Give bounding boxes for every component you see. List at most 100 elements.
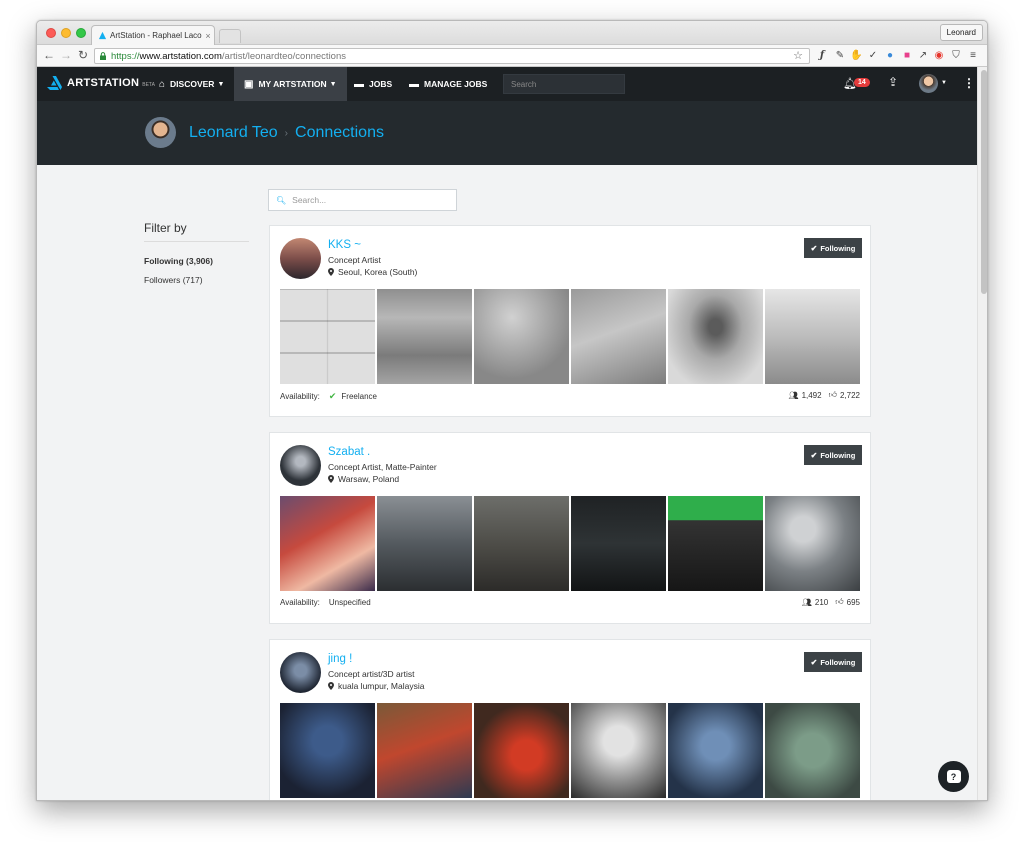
browser-tab[interactable]: ArtStation - Raphael Lacoste ×: [91, 25, 215, 45]
hand-extension-icon[interactable]: ✋: [850, 49, 862, 62]
new-tab-button[interactable]: [219, 29, 241, 43]
url-host: www.artstation.com: [139, 50, 222, 62]
artist-avatar[interactable]: [280, 238, 321, 279]
address-bar[interactable]: https:// www.artstation.com /artist/leon…: [94, 48, 810, 64]
user-avatar[interactable]: [919, 74, 938, 93]
artist-name[interactable]: KKS ~: [328, 239, 361, 251]
artwork-thumbnails: [280, 496, 860, 591]
connection-card: Szabat . Concept Artist, Matte-Painter W…: [269, 432, 871, 624]
artist-location: kuala lumpur, Malaysia: [328, 681, 424, 691]
artist-stats: 👥︎ 1,492 👍︎ 2,722: [788, 390, 860, 400]
nav-my-artstation[interactable]: ▣ MY ARTSTATION ▼: [234, 67, 347, 101]
reload-icon[interactable]: ↻: [76, 48, 90, 62]
artist-name[interactable]: Szabat .: [328, 446, 370, 458]
page-scrollbar[interactable]: [977, 67, 987, 800]
connections-search-input[interactable]: 🔍︎ Search...: [268, 189, 457, 211]
availability-value: Freelance: [341, 392, 377, 401]
artwork-thumbnail[interactable]: [668, 289, 763, 384]
filter-following[interactable]: Following (3,906): [144, 256, 249, 266]
caret-down-icon[interactable]: ▼: [941, 80, 947, 86]
nav-manage-jobs-label: MANAGE JOBS: [424, 79, 488, 89]
menu-hamburger-icon[interactable]: ≡: [967, 49, 979, 62]
breadcrumb-user-link[interactable]: Leonard Teo: [189, 124, 278, 142]
browser-window: ArtStation - Raphael Lacoste × Leonard ←…: [36, 20, 988, 801]
artwork-thumbnail[interactable]: [571, 703, 666, 798]
following-button[interactable]: ✔ Following: [804, 238, 862, 258]
location-text: Warsaw, Poland: [338, 474, 400, 484]
home-icon: ⌂: [159, 78, 166, 90]
profile-button[interactable]: Leonard: [939, 24, 983, 41]
checkmark-extension-icon[interactable]: ✓: [867, 49, 879, 62]
artist-location: Seoul, Korea (South): [328, 267, 417, 277]
nav-search-input[interactable]: Search: [503, 74, 625, 94]
profile-header: Leonard Teo › Connections: [37, 101, 977, 165]
artwork-thumbnail[interactable]: [668, 703, 763, 798]
scrollbar-thumb[interactable]: [981, 70, 987, 294]
artwork-thumbnail[interactable]: [474, 289, 569, 384]
help-chat-button[interactable]: ?: [938, 761, 969, 792]
maximize-window-button[interactable]: [76, 28, 86, 38]
artwork-thumbnail[interactable]: [571, 289, 666, 384]
close-window-button[interactable]: [46, 28, 56, 38]
tab-close-icon[interactable]: ×: [202, 31, 214, 41]
check-icon: ✔: [810, 657, 818, 667]
artist-name[interactable]: jing !: [328, 653, 352, 665]
artist-avatar[interactable]: [280, 445, 321, 486]
nav-manage-jobs[interactable]: ▬ MANAGE JOBS: [399, 67, 497, 101]
profile-avatar[interactable]: [145, 117, 176, 148]
artstation-favicon-icon: [98, 31, 107, 40]
briefcase-icon: ▬: [354, 78, 364, 90]
filter-followers[interactable]: Followers (717): [144, 275, 249, 285]
artwork-thumbnail[interactable]: [280, 496, 375, 591]
availability: Availability: Unspecified: [280, 598, 371, 607]
availability-value: Unspecified: [328, 598, 371, 607]
artist-stats: 👥︎ 210 👍︎ 695: [802, 597, 860, 607]
artwork-thumbnails: [280, 703, 860, 798]
tab-strip: ArtStation - Raphael Lacoste × Leonard: [37, 21, 987, 45]
account-extension-icon[interactable]: ●: [884, 49, 896, 62]
likes-count: 695: [846, 597, 860, 607]
artstation-logo[interactable]: ARTSTATION BETA: [47, 76, 155, 90]
artwork-thumbnail[interactable]: [474, 703, 569, 798]
filter-title: Filter by: [144, 221, 249, 242]
nav-jobs-label: JOBS: [369, 79, 393, 89]
forward-arrow-icon[interactable]: →: [59, 48, 73, 62]
artist-avatar[interactable]: [280, 652, 321, 693]
bookmark-star-icon[interactable]: ☆: [793, 49, 803, 62]
artwork-thumbnail[interactable]: [571, 496, 666, 591]
followers-count: 1,492: [801, 390, 822, 400]
artwork-thumbnail[interactable]: [668, 496, 763, 591]
more-vertical-icon[interactable]: ⋮: [963, 76, 975, 90]
chart-extension-icon[interactable]: ↗: [917, 49, 929, 62]
briefcase-icon: ▬: [409, 78, 419, 90]
logo-text: ARTSTATION: [67, 77, 140, 89]
artwork-thumbnail[interactable]: [280, 289, 375, 384]
nav-discover[interactable]: ⌂ DISCOVER ▼: [149, 67, 234, 101]
following-label: Following: [820, 657, 856, 667]
formula-extension-icon[interactable]: ƒ: [816, 49, 828, 62]
url-scheme: https://: [111, 50, 140, 62]
thumbs-up-icon: 👍︎: [835, 597, 844, 606]
artist-role: Concept Artist: [328, 255, 381, 265]
artwork-thumbnail[interactable]: [765, 496, 860, 591]
map-pin-icon: [328, 268, 334, 276]
minimize-window-button[interactable]: [61, 28, 71, 38]
artwork-thumbnail[interactable]: [765, 289, 860, 384]
nav-jobs[interactable]: ▬ JOBS: [344, 67, 402, 101]
following-button[interactable]: ✔ Following: [804, 652, 862, 672]
artwork-thumbnail[interactable]: [377, 289, 472, 384]
shield-extension-icon[interactable]: ⛉: [950, 49, 962, 62]
artwork-thumbnail[interactable]: [765, 703, 860, 798]
artwork-thumbnail[interactable]: [377, 703, 472, 798]
artwork-thumbnail[interactable]: [280, 703, 375, 798]
opera-extension-icon[interactable]: ◉: [933, 49, 945, 62]
back-arrow-icon[interactable]: ←: [42, 48, 56, 62]
upload-icon[interactable]: ⇪: [888, 75, 898, 89]
artwork-thumbnail[interactable]: [474, 496, 569, 591]
users-icon: 👥︎: [801, 597, 812, 607]
eyedropper-extension-icon[interactable]: ✎: [834, 49, 846, 62]
artwork-thumbnails: [280, 289, 860, 384]
following-button[interactable]: ✔ Following: [804, 445, 862, 465]
camera-extension-icon[interactable]: ■: [901, 49, 913, 62]
artwork-thumbnail[interactable]: [377, 496, 472, 591]
